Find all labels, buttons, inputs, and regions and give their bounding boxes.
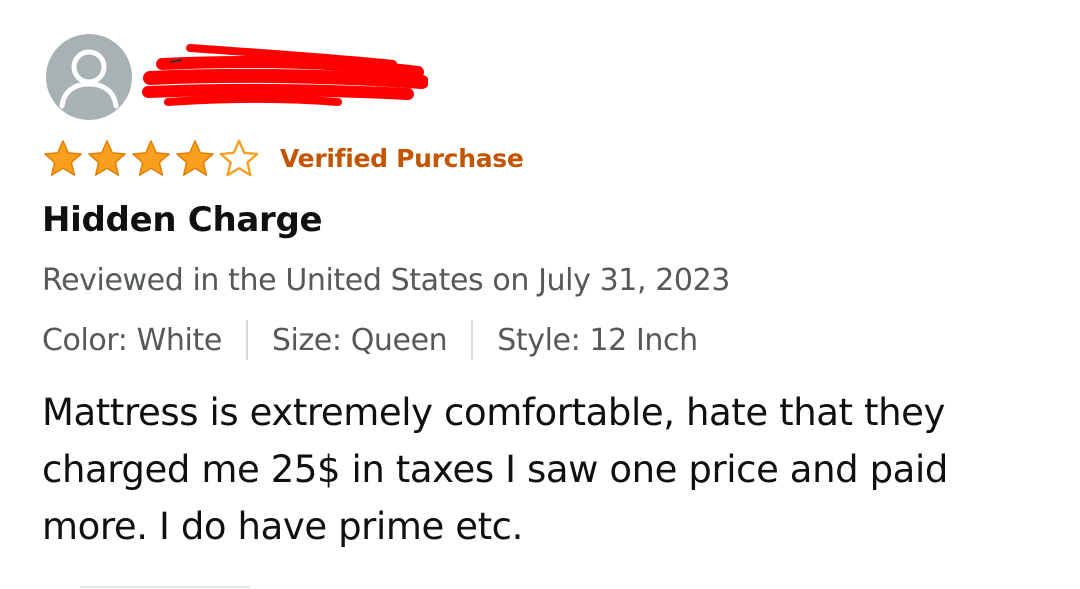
divider [471,320,474,360]
review-date: Reviewed in the United States on July 31… [42,263,730,298]
variation-color: Color: White [42,322,222,358]
variation-style: Style: 12 Inch [497,322,698,358]
default-user-icon [59,49,119,109]
reviewer-profile[interactable] [46,34,132,120]
rating-row: Verified Purchase [40,138,524,178]
product-variations[interactable]: Color: White Size: Queen Style: 12 Inch [42,320,698,360]
verified-purchase-badge: Verified Purchase [280,143,524,173]
divider [80,586,250,588]
divider [245,320,248,360]
customer-review: Verified Purchase Hidden Charge Reviewed… [0,0,1080,589]
star-rating[interactable] [40,138,260,178]
star-filled-icon [88,140,126,176]
star-filled-icon [44,140,82,176]
review-title[interactable]: Hidden Charge [42,200,323,240]
star-filled-icon [132,140,170,176]
redacted-reviewer-name [142,44,428,106]
star-filled-icon [176,140,214,176]
variation-size: Size: Queen [271,322,448,358]
review-body: Mattress is extremely comfortable, hate … [42,391,948,548]
star-empty-icon [219,139,259,177]
avatar[interactable] [46,34,132,120]
